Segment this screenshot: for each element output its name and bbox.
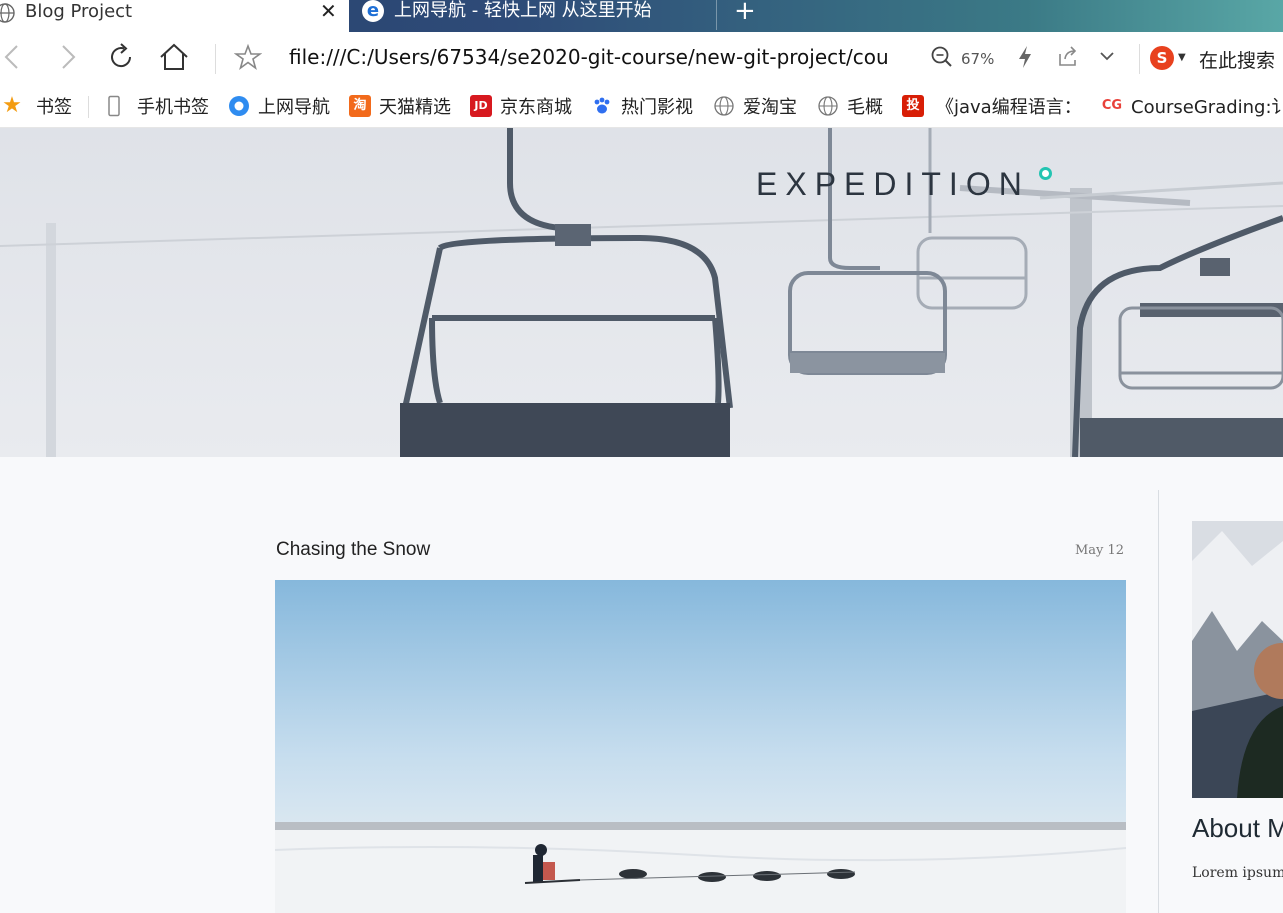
bookmark-item[interactable]: CG CourseGrading:讠 — [1099, 94, 1283, 118]
bookmark-item[interactable]: 投 《java编程语言： — [902, 94, 1082, 118]
toolbar-divider — [215, 44, 216, 74]
tab-strip: Blog Project ✕ e 上网导航 - 轻快上网 从这里开始 + — [0, 0, 1283, 32]
bookmark-label: 《java编程语言： — [936, 97, 1082, 118]
bookmark-mobile[interactable]: 手机书签 — [103, 94, 209, 118]
bookmark-folder[interactable]: ★ 书签 — [0, 93, 72, 119]
bookmark-label: 上网导航 — [258, 97, 330, 118]
about-title: About M — [1192, 813, 1283, 843]
tab-divider — [716, 0, 717, 30]
sidebar-divider — [1158, 490, 1159, 913]
bookmark-label: 京东商城 — [500, 97, 572, 118]
reload-icon[interactable] — [106, 42, 136, 76]
toolbar-divider — [1139, 44, 1140, 74]
bookmark-label: 毛概 — [847, 97, 883, 118]
home-icon[interactable] — [158, 42, 190, 76]
zoom-out-icon[interactable] — [929, 42, 955, 76]
bookmark-label: 天猫精选 — [379, 97, 451, 118]
bookmark-item[interactable]: 爱淘宝 — [713, 94, 797, 118]
address-bar[interactable]: file:///C:/Users/67534/se2020-git-course… — [289, 45, 899, 69]
about-text: Lorem ipsum adipisicing el — [1192, 865, 1283, 881]
bookmark-item[interactable]: JD 京东商城 — [470, 94, 572, 118]
share-icon[interactable] — [1056, 42, 1080, 76]
globe-icon — [817, 95, 839, 117]
about-image — [1192, 521, 1283, 798]
phone-icon — [103, 95, 125, 117]
zoom-level[interactable]: 67% — [961, 50, 994, 68]
bookmark-item[interactable]: 上网导航 — [228, 94, 330, 118]
star-icon: ★ — [2, 93, 22, 118]
chevron-down-icon[interactable] — [1097, 42, 1117, 76]
sogou-search-icon[interactable]: S — [1150, 46, 1174, 70]
bookmark-label: 书签 — [36, 97, 72, 118]
back-icon[interactable] — [0, 42, 24, 76]
logo-dot-icon — [1039, 167, 1052, 180]
post-date: May 12 — [1075, 543, 1125, 558]
bookmark-star-icon[interactable] — [233, 42, 263, 76]
taobao-icon: 淘 — [349, 95, 371, 117]
bookmark-label: 手机书签 — [137, 97, 209, 118]
tab-navigation[interactable]: e 上网导航 - 轻快上网 从这里开始 — [358, 0, 716, 28]
new-tab-button[interactable]: + — [734, 0, 756, 26]
paw-icon — [591, 95, 613, 117]
globe-icon — [0, 2, 16, 28]
cg-icon: CG — [1101, 98, 1123, 113]
bookmark-label: 爱淘宝 — [743, 97, 797, 118]
bookmark-label: CourseGrading:讠 — [1131, 97, 1283, 118]
bookmarks-bar: ★ 书签 手机书签 上网导航 淘 天猫精选 JD 京东商城 热门影视 爱淘宝 毛… — [0, 84, 1283, 128]
lightning-icon[interactable] — [1015, 42, 1035, 76]
close-tab-icon[interactable]: ✕ — [320, 0, 337, 22]
tab-title: Blog Project — [25, 1, 133, 22]
hero-image: EXPEDITION — [0, 128, 1283, 457]
bookmark-item[interactable]: 淘 天猫精选 — [349, 94, 451, 118]
post-title[interactable]: Chasing the Snow — [276, 539, 430, 561]
ie-icon: e — [362, 0, 384, 22]
jd-icon: JD — [470, 95, 492, 117]
search-input[interactable]: 在此搜索 — [1199, 46, 1275, 73]
bookmarks-divider — [88, 96, 89, 118]
globe-icon — [713, 95, 735, 117]
bookmark-item[interactable]: 热门影视 — [591, 94, 693, 118]
search-engine-caret-icon[interactable]: ▼ — [1178, 52, 1186, 63]
page-content: EXPEDITION Chasing the Snow May 12 About… — [0, 128, 1283, 913]
red-book-icon: 投 — [902, 95, 924, 117]
browser-toolbar: file:///C:/Users/67534/se2020-git-course… — [0, 32, 1283, 84]
bookmark-label: 热门影视 — [621, 97, 693, 118]
bookmark-item[interactable]: 毛概 — [817, 94, 883, 118]
site-logo[interactable]: EXPEDITION — [756, 166, 1030, 203]
tab-title: 上网导航 - 轻快上网 从这里开始 — [394, 0, 652, 21]
nav-icon — [228, 95, 250, 117]
forward-icon[interactable] — [56, 42, 80, 76]
tab-blog-project[interactable]: Blog Project ✕ — [0, 0, 349, 32]
post-image — [275, 580, 1126, 913]
